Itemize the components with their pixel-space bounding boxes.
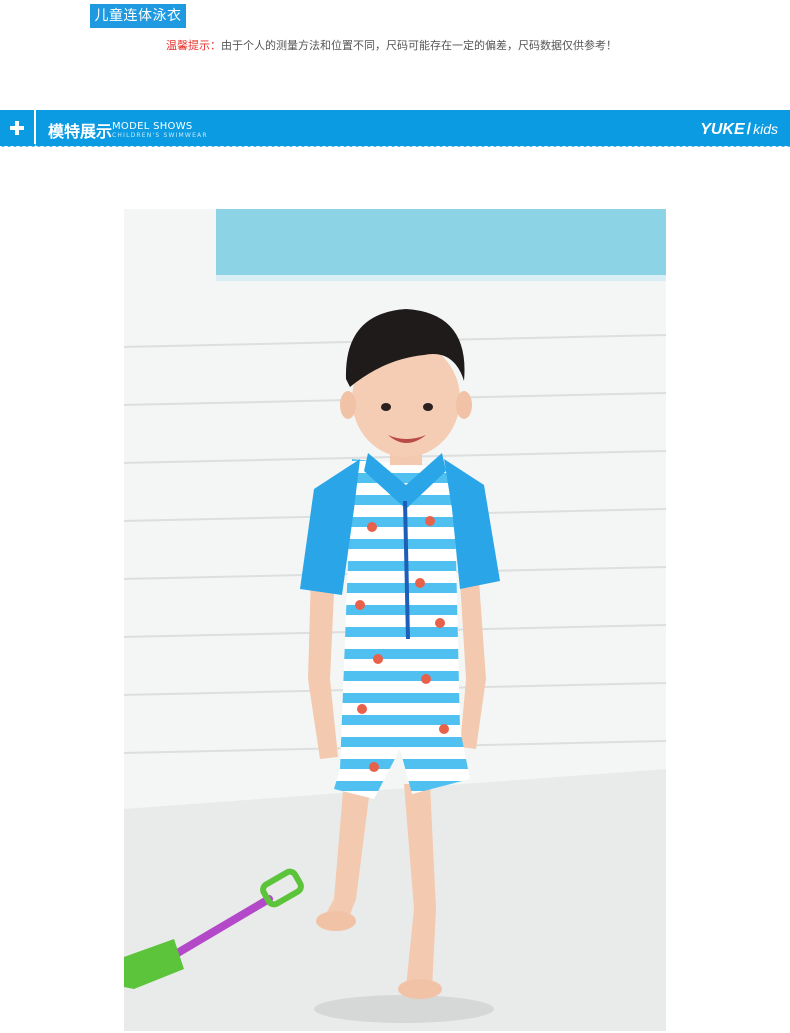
section-banner: 模特展示 MODEL SHOWS CHILDREN'S SWIMWEAR YUK… [0, 110, 790, 150]
plus-icon[interactable] [0, 110, 36, 146]
brand-name: YUKE [700, 121, 745, 138]
banner-title-en: MODEL SHOWS [112, 121, 193, 132]
banner-title-cn: 模特展示 [48, 122, 113, 141]
banner-subtitle-en: CHILDREN'S SWIMWEAR [112, 132, 208, 139]
category-tag: 儿童连体泳衣 [90, 4, 186, 28]
tip-text: 由于个人的测量方法和位置不同，尺码可能存在一定的偏差，尺码数据仅供参考！ [221, 39, 617, 52]
brand-logo: YUKE / kids [700, 119, 778, 139]
brand-separator: / [746, 121, 752, 138]
brand-sub: kids [753, 121, 778, 137]
model-photo [124, 209, 666, 1031]
size-tip: 温馨提示：由于个人的测量方法和位置不同，尺码可能存在一定的偏差，尺码数据仅供参考… [166, 37, 617, 53]
tip-label: 温馨提示： [166, 39, 221, 52]
